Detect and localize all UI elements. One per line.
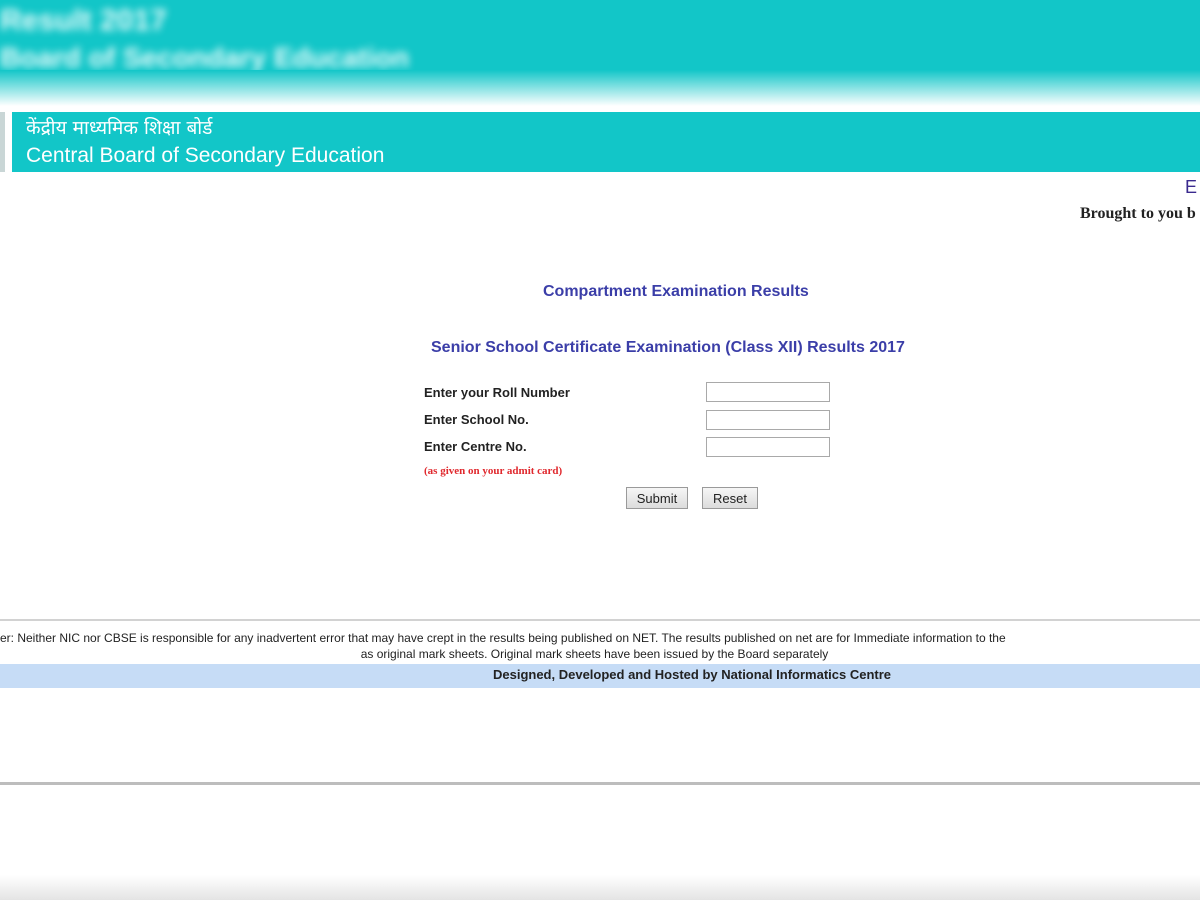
blurred-banner-line-1: Result 2017	[0, 4, 167, 37]
roll-number-label: Enter your Roll Number	[424, 385, 570, 400]
header-english-title: Central Board of Secondary Education	[26, 144, 385, 167]
credit-text: Designed, Developed and Hosted by Nation…	[492, 667, 892, 682]
reset-button[interactable]: Reset	[702, 487, 758, 509]
top-banner-fade	[0, 70, 1200, 106]
page-subtitle: Senior School Certificate Examination (C…	[431, 339, 905, 356]
disclaimer-line-2-wrapper: as original mark sheets. Original mark s…	[0, 647, 1200, 661]
school-number-label: Enter School No.	[424, 412, 529, 427]
school-number-input[interactable]	[706, 410, 830, 430]
right-edge-letter: E	[1185, 177, 1198, 197]
submit-button[interactable]: Submit	[626, 487, 688, 509]
disclaimer-line-1: er: Neither NIC nor CBSE is responsible …	[0, 631, 1006, 645]
centre-number-label: Enter Centre No.	[424, 439, 527, 454]
bottom-fade	[0, 875, 1200, 900]
admit-card-note: (as given on your admit card)	[424, 465, 563, 477]
brought-to-you-text: Brought to you b	[1080, 205, 1196, 222]
disclaimer-line-2: as original mark sheets. Original mark s…	[360, 647, 829, 661]
logo-edge	[0, 112, 5, 172]
page-title: Compartment Examination Results	[543, 283, 809, 300]
roll-number-input[interactable]	[706, 382, 830, 402]
footer-divider	[0, 619, 1200, 621]
bottom-divider	[0, 782, 1200, 785]
header-hindi-title: केंद्रीय माध्यमिक शिक्षा बोर्ड	[26, 117, 213, 139]
centre-number-input[interactable]	[706, 437, 830, 457]
